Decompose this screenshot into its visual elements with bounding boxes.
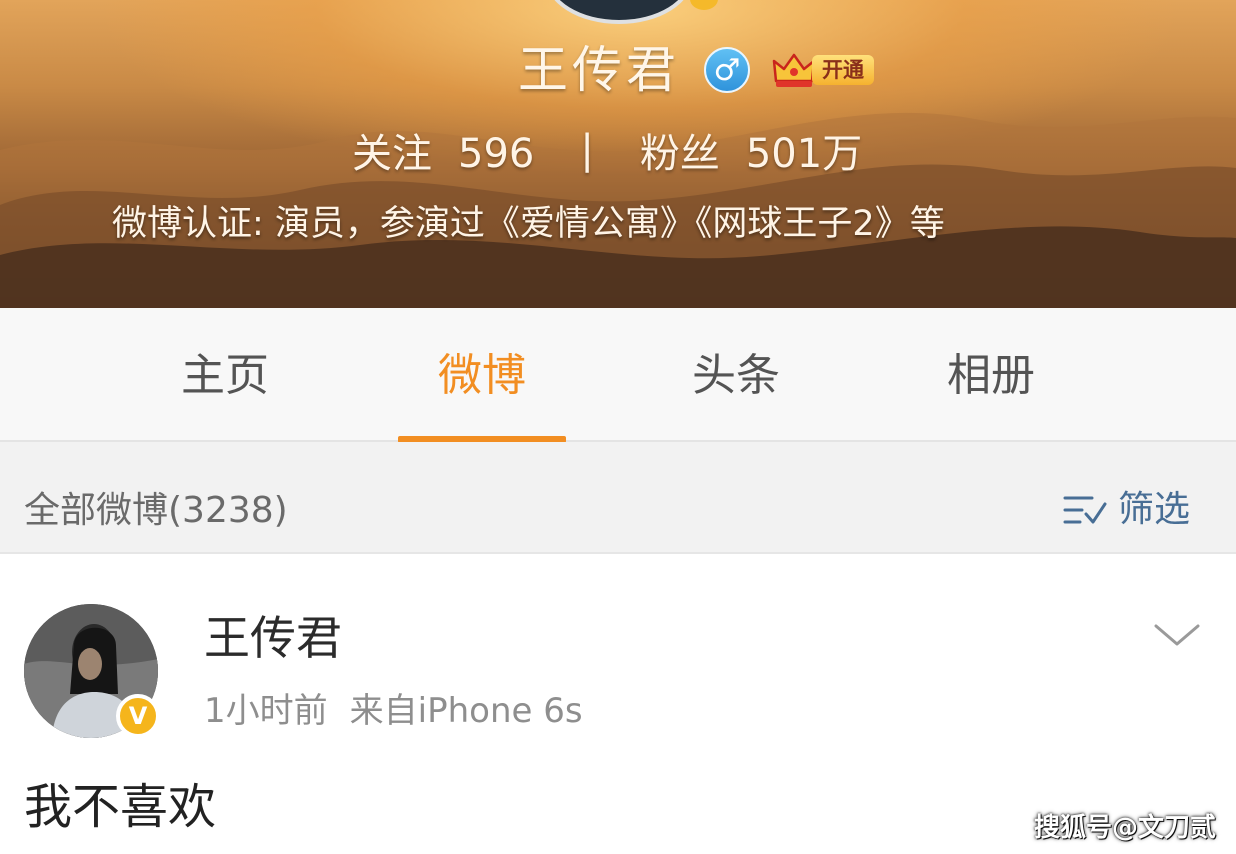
stats-separator: |: [580, 127, 594, 173]
vip-open-button[interactable]: 开通: [772, 51, 874, 89]
watermark: 搜狐号@文刀贰: [1034, 813, 1217, 843]
followers-count: 501万: [745, 131, 863, 177]
filter-icon: [1063, 496, 1107, 524]
profile-tabbar: 主页 微博 头条 相册: [0, 308, 1236, 443]
tab-home[interactable]: 主页: [140, 308, 310, 440]
post-author-name[interactable]: 王传君: [204, 606, 342, 670]
male-icon: ♂: [704, 47, 750, 93]
vip-badge-label: 开通: [812, 55, 874, 85]
post-meta: 1小时前 来自iPhone 6s: [204, 686, 583, 736]
chevron-down-icon[interactable]: [1152, 614, 1202, 654]
profile-name: 王传君: [518, 41, 680, 99]
following-stat[interactable]: 关注 596: [352, 121, 534, 179]
followers-label: 粉丝: [639, 131, 720, 177]
filter-button[interactable]: 筛选: [1062, 442, 1190, 552]
following-count: 596: [458, 131, 535, 177]
verified-badge-icon: V: [116, 694, 160, 738]
following-label: 关注: [352, 131, 432, 177]
post-text: 我不喜欢: [24, 779, 217, 835]
filter-label: 筛选: [1118, 489, 1191, 530]
verification-text: 微博认证: 演员，参演过《爱情公寓》《网球王子2》等: [112, 204, 945, 244]
crown-icon: [772, 53, 816, 87]
tab-headlines[interactable]: 头条: [651, 308, 821, 440]
profile-name-row: 王传君 ♂ 开通: [518, 38, 874, 102]
post-source: 来自iPhone 6s: [349, 691, 583, 731]
profile-stats: 关注 596 | 粉丝 501万: [352, 122, 862, 178]
tab-album[interactable]: 相册: [906, 308, 1076, 440]
followers-stat[interactable]: 粉丝 501万: [640, 121, 862, 179]
profile-banner: 王传君 ♂ 开通 关注 596 | 粉丝 501万 微博认证: 演员，参演过《爱情公…: [0, 0, 1236, 308]
post-time: 1小时前: [204, 691, 328, 731]
posts-filter-row: 全部微博(3238) 筛选: [0, 442, 1236, 554]
tab-weibo[interactable]: 微博: [397, 308, 567, 440]
all-posts-count: 全部微博(3238): [24, 490, 288, 531]
